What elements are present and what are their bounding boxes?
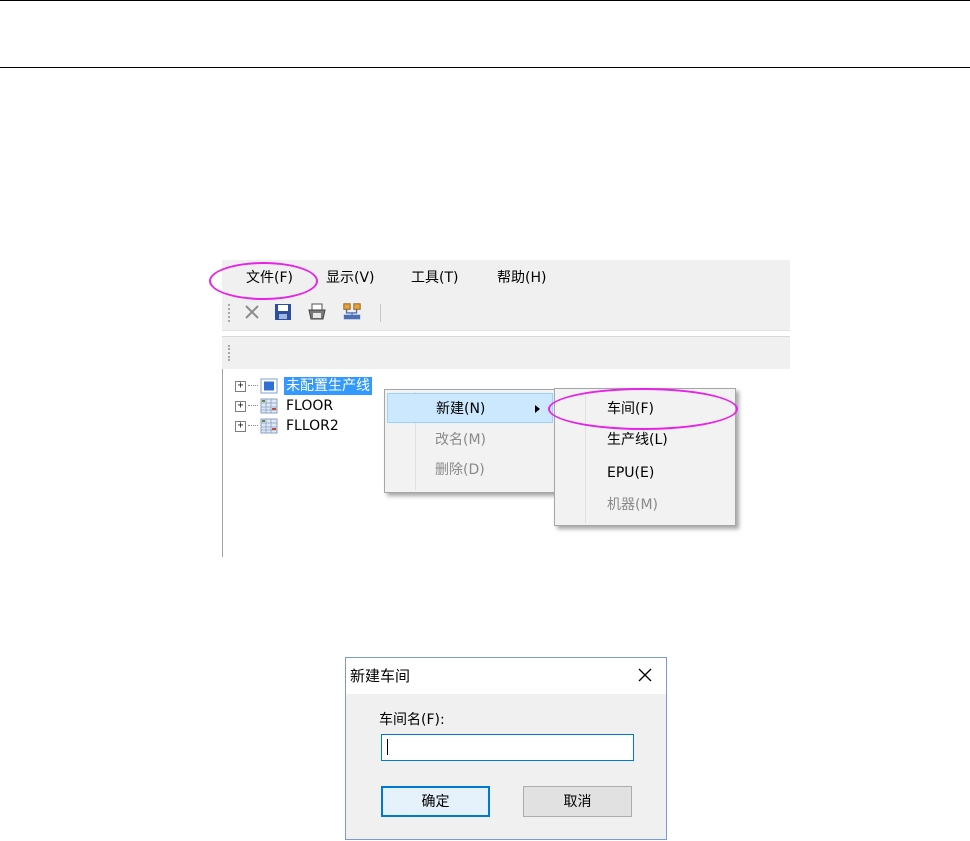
toolbar [222,296,790,331]
tree-node-label: FLLOR2 [286,418,339,434]
submenu-item-workshop[interactable]: 车间(F) [557,394,733,424]
workshop-name-label: 车间名(F): [379,712,445,728]
menu-file[interactable]: 文件(F) [246,269,293,287]
tree-node-label: 未配置生产线 [284,377,372,395]
ok-button[interactable]: 确定 [381,786,490,817]
blue-square-icon [260,378,278,394]
submenu-item-label: 机器(M) [607,497,659,513]
submenu-arrow-icon [535,405,540,413]
tree-connector [248,405,258,407]
context-menu: 新建(N) 改名(M) 删除(D) [384,389,556,493]
tree-node-floor[interactable]: + FLOOR [235,396,335,416]
expand-plus-icon[interactable]: + [235,420,246,432]
toolbar-grip-2[interactable] [228,345,232,361]
tree-connector [248,385,258,387]
secondary-toolbar [222,336,790,370]
save-disk-icon[interactable] [273,302,293,322]
top-rule [0,0,970,1]
submenu-item-machine[interactable]: 机器(M) [557,490,733,520]
menu-tools[interactable]: 工具(T) [411,269,458,287]
menu-bar: 文件(F) 显示(V) 工具(T) 帮助(H) [222,260,790,296]
context-item-rename[interactable]: 改名(M) [387,425,553,455]
menu-help[interactable]: 帮助(H) [497,269,546,287]
close-icon[interactable] [634,664,656,686]
toolbar-separator [380,304,381,322]
floor-grid-icon [260,418,278,434]
submenu-item-label: 生产线(L) [607,432,668,448]
tree-node-fllor2[interactable]: + FLLOR2 [235,416,341,436]
dialog-titlebar[interactable]: 新建车间 [346,658,666,694]
workshop-name-input[interactable] [381,734,634,761]
app-window: 文件(F) 显示(V) 工具(T) 帮助(H) + 未配置生产线 + FLOOR… [209,260,791,557]
floor-grid-icon [260,398,278,414]
submenu-item-label: 车间(F) [607,401,654,417]
cancel-button[interactable]: 取消 [523,786,632,817]
context-item-label: 改名(M) [435,432,487,448]
submenu-item-label: EPU(E) [607,465,655,481]
print-icon[interactable] [307,302,327,322]
submenu-item-epu[interactable]: EPU(E) [557,458,733,488]
context-item-label: 新建(N) [436,401,486,417]
tree-node-label: FLOOR [286,398,334,414]
tree-node-unconfigured[interactable]: + 未配置生产线 [235,376,372,396]
network-icon[interactable] [342,302,362,322]
context-item-new[interactable]: 新建(N) [387,393,553,423]
header-rule [0,67,970,68]
expand-plus-icon[interactable]: + [235,400,246,412]
delete-x-icon[interactable] [242,302,262,322]
context-item-label: 删除(D) [435,462,485,478]
submenu: 车间(F) 生产线(L) EPU(E) 机器(M) [554,388,736,526]
new-workshop-dialog: 新建车间 车间名(F): 确定 取消 [345,657,667,840]
context-item-delete[interactable]: 删除(D) [387,455,553,485]
toolbar-grip[interactable] [228,304,232,322]
tree-connector [248,425,258,427]
expand-plus-icon[interactable]: + [235,380,246,392]
dialog-title: 新建车间 [350,667,411,685]
submenu-item-production-line[interactable]: 生产线(L) [557,425,733,455]
text-caret [387,739,388,755]
menu-view[interactable]: 显示(V) [326,269,375,287]
